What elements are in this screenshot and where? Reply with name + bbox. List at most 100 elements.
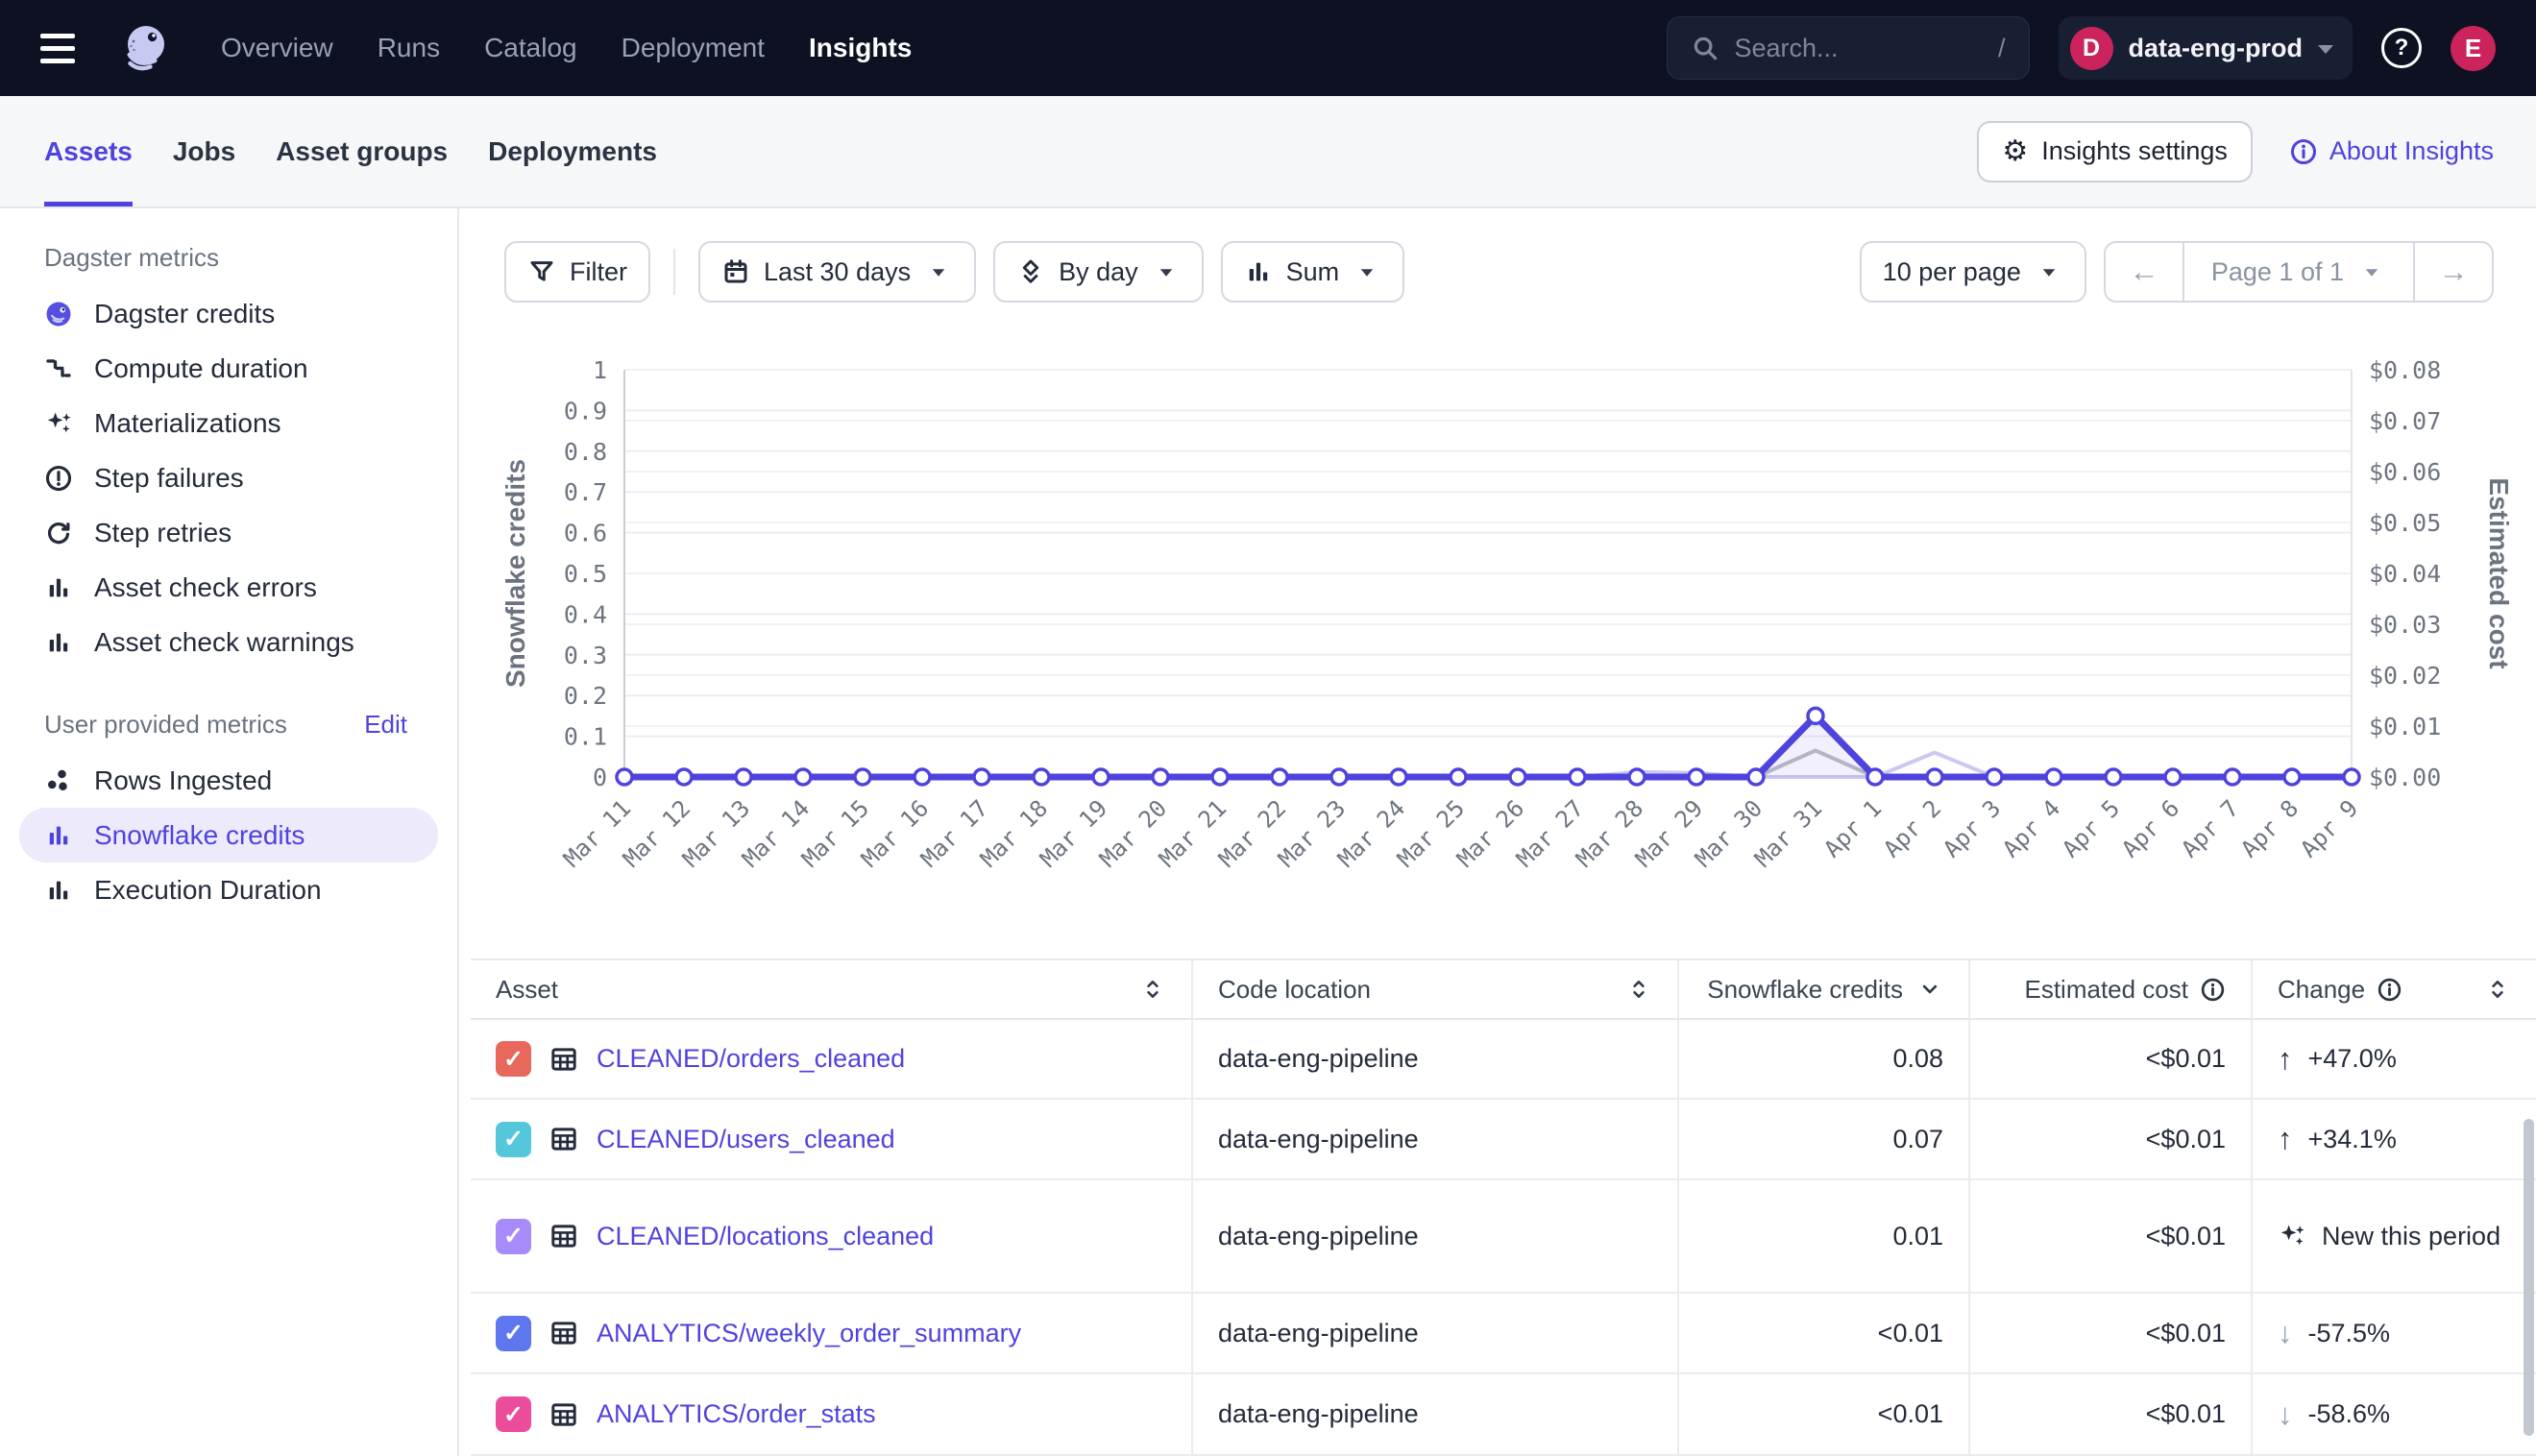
page-select[interactable]: Page 1 of 1 — [2182, 243, 2415, 301]
dagster-logo-icon — [44, 300, 73, 328]
column-label: Change — [2278, 975, 2365, 1005]
table-row: ✓CLEANED/locations_cleaneddata-eng-pipel… — [471, 1180, 2536, 1294]
info-icon[interactable] — [2200, 977, 2226, 1003]
tab-jobs[interactable]: Jobs — [173, 96, 235, 206]
series-checkbox[interactable]: ✓ — [496, 1219, 531, 1254]
tabs: Assets Jobs Asset groups Deployments — [44, 96, 657, 206]
series-checkbox[interactable]: ✓ — [496, 1396, 531, 1432]
sidebar-item-execution-duration[interactable]: Execution Duration — [19, 862, 438, 917]
column-header-snowflake-credits[interactable]: Snowflake credits — [1679, 960, 1970, 1018]
sidebar-item-compute-duration[interactable]: Compute duration — [19, 341, 438, 396]
group-by-label: By day — [1059, 257, 1138, 287]
next-page-button[interactable]: → — [2415, 243, 2492, 301]
date-range-button[interactable]: Last 30 days — [698, 241, 976, 303]
svg-text:0.4: 0.4 — [564, 600, 607, 628]
caret-down-icon — [924, 257, 953, 286]
sidebar-item-step-retries[interactable]: Step retries — [19, 505, 438, 560]
sidebar-item-label: Compute duration — [94, 353, 308, 384]
sidebar-item-step-failures[interactable]: Step failures — [19, 450, 438, 505]
table-scrollbar[interactable] — [2524, 1119, 2534, 1436]
svg-text:Mar 31: Mar 31 — [1749, 794, 1827, 872]
table-asset-icon — [549, 1124, 579, 1154]
svg-text:0.9: 0.9 — [564, 397, 607, 425]
cost-value: <$0.01 — [2146, 1125, 2226, 1154]
sort-icon[interactable] — [1625, 976, 1652, 1003]
user-avatar[interactable]: E — [2451, 26, 2496, 71]
edit-metrics-link[interactable]: Edit — [364, 710, 407, 740]
sort-icon[interactable] — [2484, 976, 2511, 1003]
nav-item-runs[interactable]: Runs — [378, 33, 440, 63]
table-asset-icon — [549, 1044, 579, 1075]
series-checkbox[interactable]: ✓ — [496, 1041, 531, 1077]
svg-text:0.8: 0.8 — [564, 438, 607, 466]
pagination: ← Page 1 of 1 → — [2104, 241, 2494, 303]
steps-icon — [44, 354, 73, 383]
nav-item-catalog[interactable]: Catalog — [484, 33, 577, 63]
sidebar-item-asset-check-errors[interactable]: Asset check errors — [19, 560, 438, 615]
org-switcher[interactable]: D data-eng-prod — [2059, 16, 2353, 80]
assets-table: AssetCode locationSnowflake creditsEstim… — [471, 959, 2536, 1456]
sidebar-item-asset-check-warnings[interactable]: Asset check warnings — [19, 615, 438, 669]
arrow-up-icon: ↑ — [2278, 1042, 2293, 1077]
about-insights-link[interactable]: About Insights — [2289, 136, 2494, 166]
column-header-estimated-cost[interactable]: Estimated cost — [1970, 960, 2253, 1018]
table-row: ✓ CLEANED/orders_cleaned data-eng-pipeline… — [471, 1020, 2536, 1100]
sidebar-item-label: Step failures — [94, 463, 244, 494]
alert-circle-icon — [44, 464, 73, 493]
sidebar-item-label: Asset check warnings — [94, 627, 354, 658]
svg-text:$0.03: $0.03 — [2369, 611, 2441, 639]
series-checkbox[interactable]: ✓ — [496, 1122, 531, 1157]
chevron-down-icon — [2318, 45, 2333, 54]
filter-button[interactable]: Filter — [504, 241, 650, 303]
credits-line-chart: 00.10.20.30.40.50.60.70.80.91$0.00$0.01$… — [500, 338, 2536, 914]
nav-item-insights[interactable]: Insights — [809, 33, 912, 63]
asset-link[interactable]: CLEANED/locations_cleaned — [597, 1222, 934, 1251]
aggregation-label: Sum — [1286, 257, 1340, 287]
sparkles-icon — [44, 409, 73, 438]
search-input[interactable] — [1735, 34, 1965, 63]
sort-desc-icon[interactable] — [1916, 976, 1943, 1003]
series-checkbox[interactable]: ✓ — [496, 1316, 531, 1351]
info-icon[interactable] — [2377, 977, 2402, 1003]
credits-value: <0.01 — [1878, 1319, 1943, 1348]
table-asset-icon — [549, 1221, 579, 1251]
svg-text:0.3: 0.3 — [564, 642, 607, 669]
tab-asset-groups[interactable]: Asset groups — [276, 96, 448, 206]
change-value: +34.1% — [2308, 1125, 2397, 1154]
column-header-change[interactable]: Change — [2253, 960, 2536, 1018]
aggregation-button[interactable]: Sum — [1221, 241, 1405, 303]
help-icon[interactable]: ? — [2381, 28, 2422, 68]
column-header-asset[interactable]: Asset — [471, 960, 1193, 1018]
date-range-label: Last 30 days — [764, 257, 911, 287]
cost-value: <$0.01 — [2146, 1399, 2226, 1429]
sidebar-item-label: Rows Ingested — [94, 765, 272, 796]
tab-assets[interactable]: Assets — [44, 96, 133, 206]
asset-link[interactable]: ANALYTICS/weekly_order_summary — [597, 1319, 1021, 1348]
asset-link[interactable]: ANALYTICS/order_stats — [597, 1399, 876, 1429]
dagster-logo-icon[interactable] — [117, 20, 173, 76]
svg-text:Apr 5: Apr 5 — [2057, 794, 2125, 862]
table-asset-icon — [549, 1318, 579, 1348]
svg-text:$0.04: $0.04 — [2369, 560, 2441, 588]
svg-text:0.7: 0.7 — [564, 478, 607, 506]
asset-link[interactable]: CLEANED/orders_cleaned — [597, 1044, 905, 1074]
column-header-code-location[interactable]: Code location — [1193, 960, 1679, 1018]
sort-icon[interactable] — [1139, 976, 1166, 1003]
menu-icon[interactable] — [40, 34, 75, 63]
insights-settings-button[interactable]: ⚙ Insights settings — [1977, 121, 2253, 182]
code-location: data-eng-pipeline — [1218, 1044, 1419, 1074]
tab-deployments[interactable]: Deployments — [488, 96, 657, 206]
sidebar-item-snowflake-credits[interactable]: Snowflake credits — [19, 808, 438, 862]
nav-item-deployment[interactable]: Deployment — [622, 33, 765, 63]
group-by-button[interactable]: By day — [993, 241, 1204, 303]
sidebar-item-dagster-credits[interactable]: Dagster credits — [19, 286, 438, 341]
search-box[interactable]: / — [1667, 16, 2030, 80]
sidebar-item-rows-ingested[interactable]: Rows Ingested — [19, 753, 438, 808]
asset-link[interactable]: CLEANED/users_cleaned — [597, 1125, 895, 1154]
sidebar-item-materializations[interactable]: Materializations — [19, 396, 438, 450]
nav-item-overview[interactable]: Overview — [221, 33, 333, 63]
prev-page-button[interactable]: ← — [2106, 243, 2182, 301]
change-value: -58.6% — [2308, 1399, 2391, 1429]
per-page-button[interactable]: 10 per page — [1860, 241, 2086, 303]
dots-icon — [44, 766, 73, 795]
